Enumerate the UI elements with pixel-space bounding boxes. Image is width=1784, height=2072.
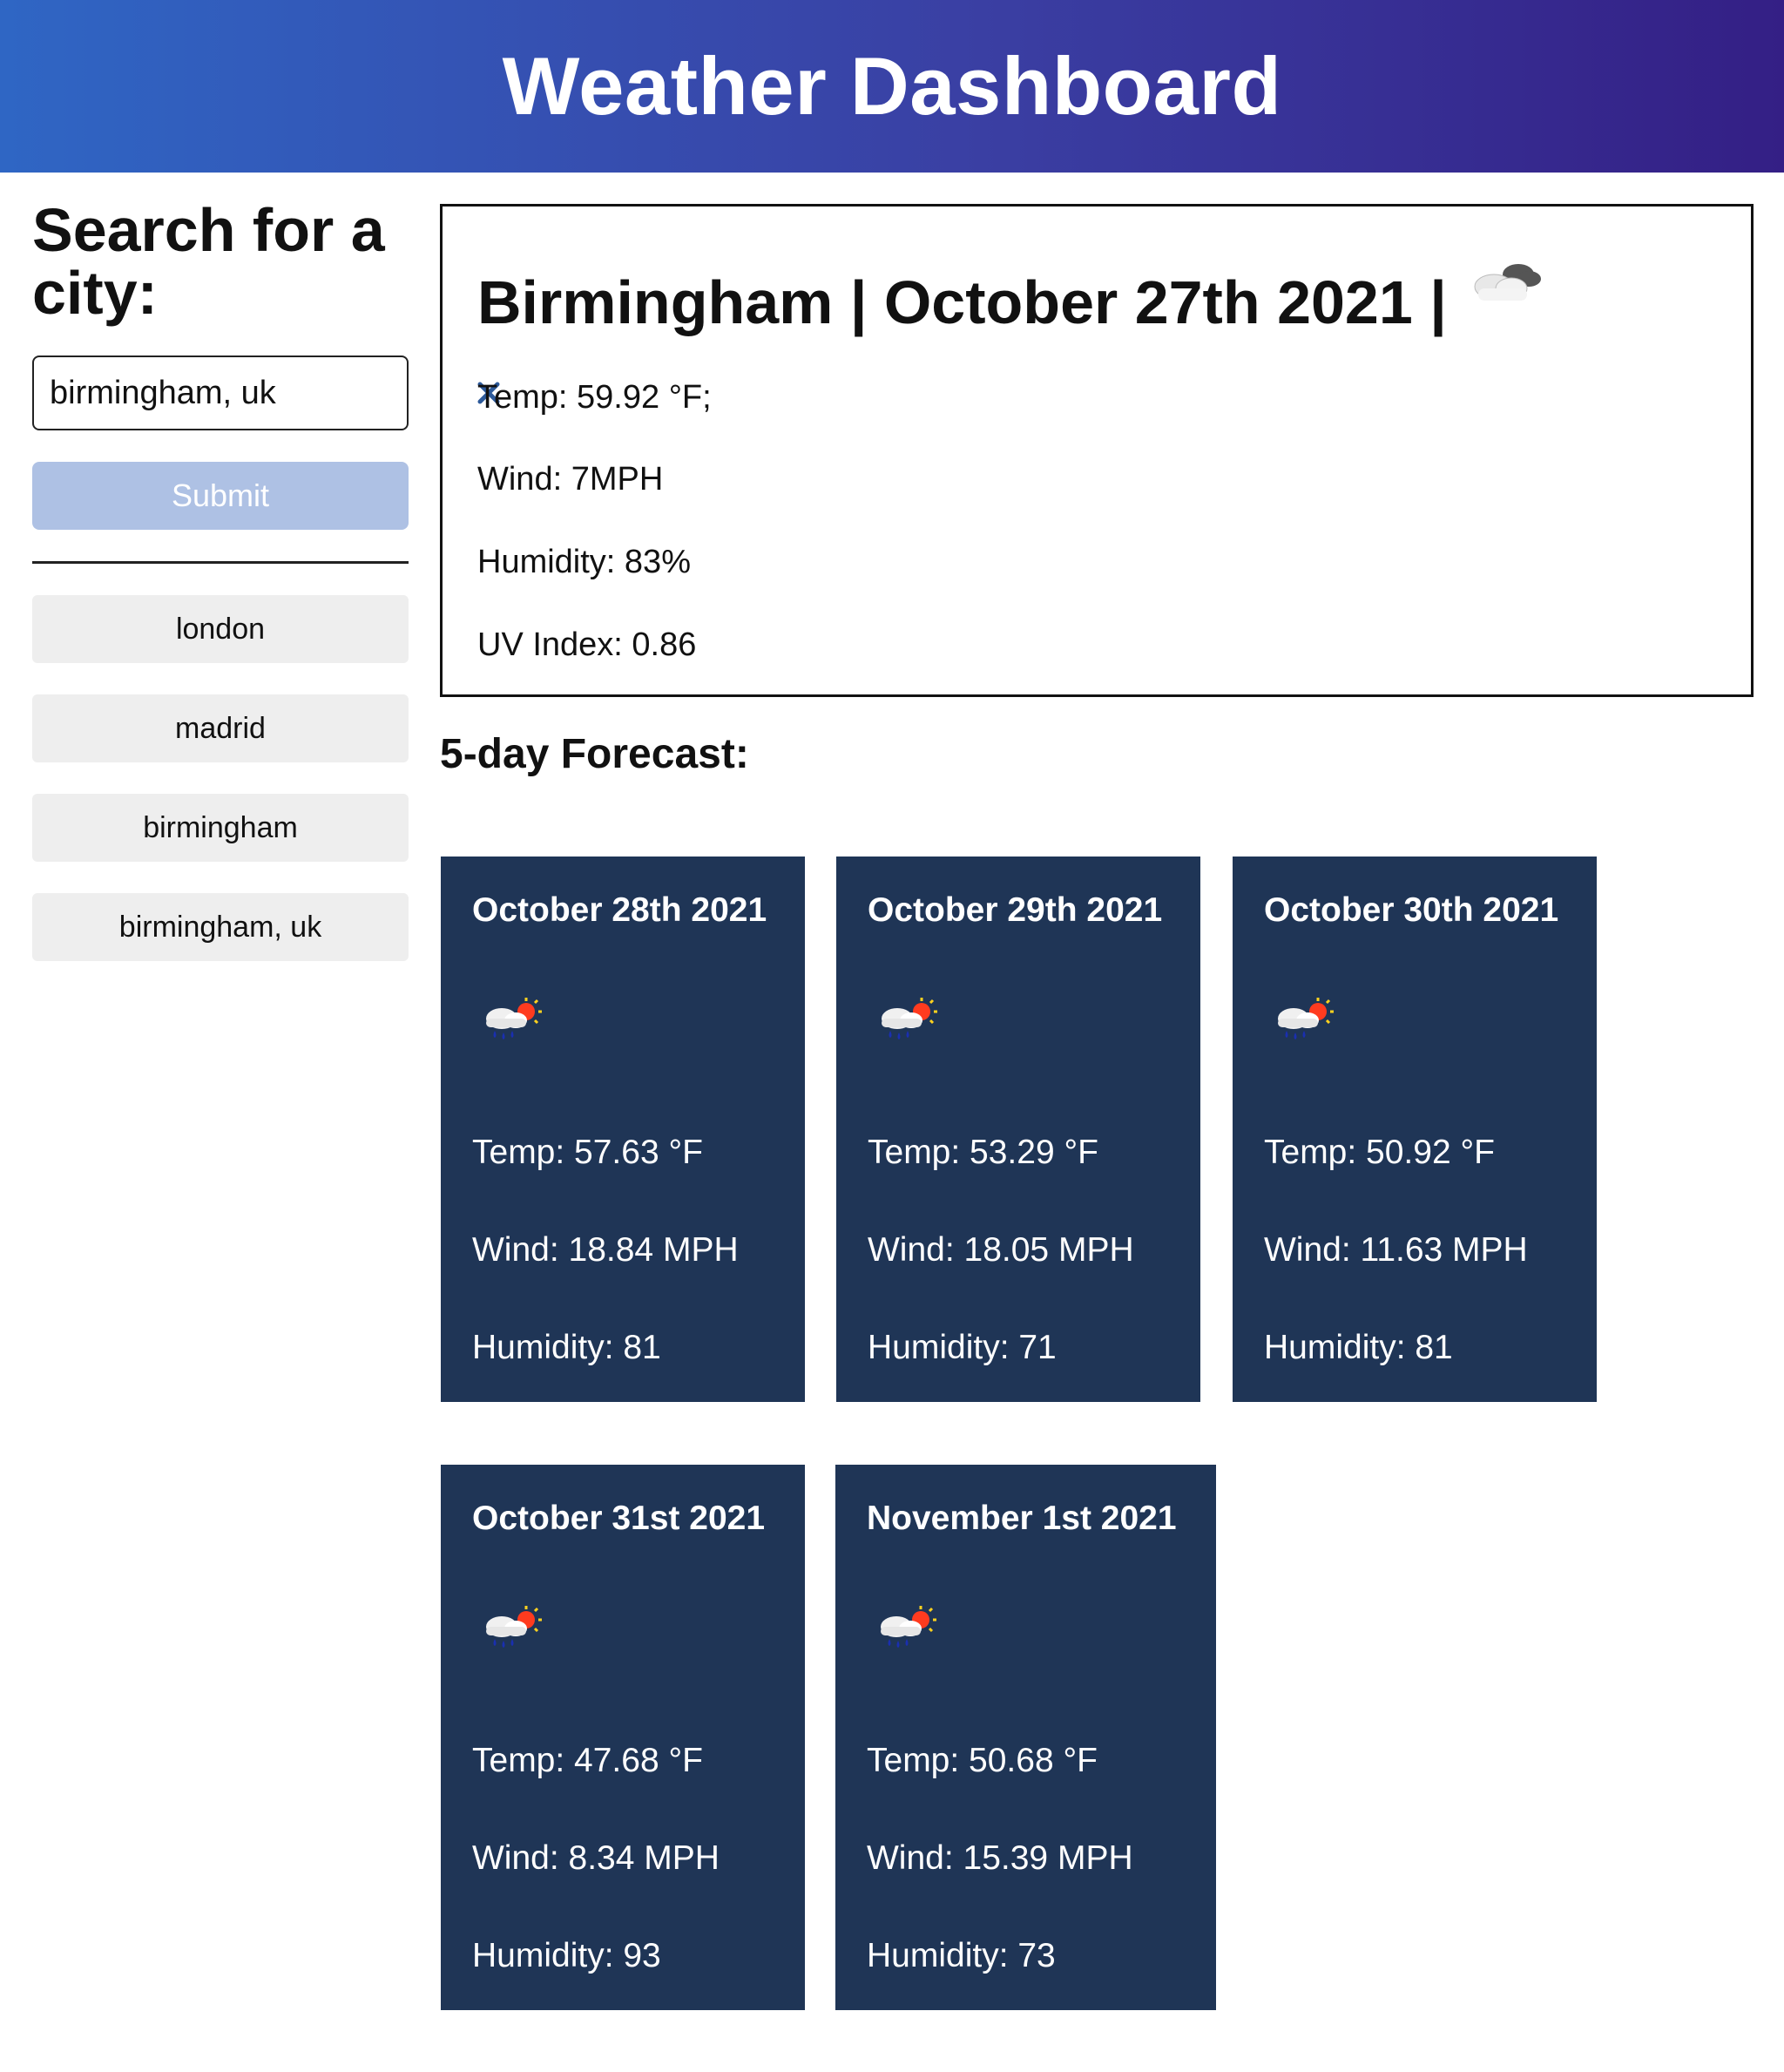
forecast-humidity: Humidity: 81 — [1264, 1329, 1453, 1366]
forecast-date: October 30th 2021 — [1264, 891, 1559, 929]
forecast-card: October 30th 2021 Temp: 50.92 °F Wind: 1… — [1233, 857, 1597, 1402]
forecast-temp: Temp: 53.29 °F — [868, 1134, 1098, 1171]
history-item[interactable]: london — [32, 595, 409, 663]
forecast-wind: Wind: 8.34 MPH — [472, 1839, 720, 1877]
current-wind: Wind: 7MPH — [477, 461, 664, 498]
page-header: Weather Dashboard — [0, 0, 1784, 173]
forecast-wind: Wind: 11.63 MPH — [1264, 1231, 1528, 1269]
rain-sun-icon — [476, 996, 545, 1048]
forecast-card: October 28th 2021 Temp: 57.63 °F Wind: 1… — [441, 857, 805, 1402]
rain-sun-icon — [1267, 996, 1337, 1048]
forecast-humidity: Humidity: 71 — [868, 1329, 1057, 1366]
search-heading: Search for a city: — [32, 196, 385, 327]
forecast-temp: Temp: 47.68 °F — [472, 1742, 703, 1779]
search-box — [32, 355, 500, 430]
forecast-heading: 5-day Forecast: — [440, 731, 749, 777]
current-weather-panel: Birmingham | October 27th 2021 | Temp: 5… — [440, 204, 1754, 697]
rain-sun-icon — [870, 1604, 940, 1656]
forecast-humidity: Humidity: 81 — [472, 1329, 661, 1366]
history-item[interactable]: birmingham, uk — [32, 893, 409, 961]
forecast-date: October 28th 2021 — [472, 891, 767, 929]
history-item[interactable]: birmingham — [32, 794, 409, 862]
city-search-input[interactable] — [50, 374, 476, 412]
forecast-date: October 31st 2021 — [472, 1500, 766, 1537]
cloudy-icon — [1468, 255, 1546, 308]
forecast-temp: Temp: 50.68 °F — [867, 1742, 1098, 1779]
rain-sun-icon — [476, 1604, 545, 1656]
forecast-wind: Wind: 15.39 MPH — [867, 1839, 1133, 1877]
forecast-date: November 1st 2021 — [867, 1500, 1177, 1537]
forecast-humidity: Humidity: 93 — [472, 1937, 661, 1974]
current-uv-index: UV Index: 0.86 — [477, 626, 697, 663]
forecast-card: November 1st 2021 Temp: 50.68 °F Wind: 1… — [835, 1465, 1216, 2010]
current-title: Birmingham | October 27th 2021 | — [477, 268, 1447, 336]
current-humidity: Humidity: 83% — [477, 544, 691, 580]
forecast-humidity: Humidity: 73 — [867, 1937, 1056, 1974]
submit-button[interactable]: Submit — [32, 462, 409, 530]
forecast-wind: Wind: 18.84 MPH — [472, 1231, 739, 1269]
forecast-date: October 29th 2021 — [868, 891, 1163, 929]
divider — [32, 561, 409, 564]
rain-sun-icon — [871, 996, 941, 1048]
forecast-card: October 31st 2021 Temp: 47.68 °F Wind: 8… — [441, 1465, 805, 2010]
search-history: london madrid birmingham birmingham, uk — [32, 595, 409, 992]
forecast-wind: Wind: 18.05 MPH — [868, 1231, 1134, 1269]
forecast-card: October 29th 2021 Temp: 53.29 °F Wind: 1… — [836, 857, 1200, 1402]
forecast-temp: Temp: 57.63 °F — [472, 1134, 703, 1171]
history-item[interactable]: madrid — [32, 694, 409, 762]
forecast-temp: Temp: 50.92 °F — [1264, 1134, 1495, 1171]
current-temp: Temp: 59.92 °F; — [477, 379, 712, 416]
search-sidebar: Search for a city: Submit london madrid … — [32, 196, 500, 961]
page-title: Weather Dashboard — [502, 40, 1282, 132]
